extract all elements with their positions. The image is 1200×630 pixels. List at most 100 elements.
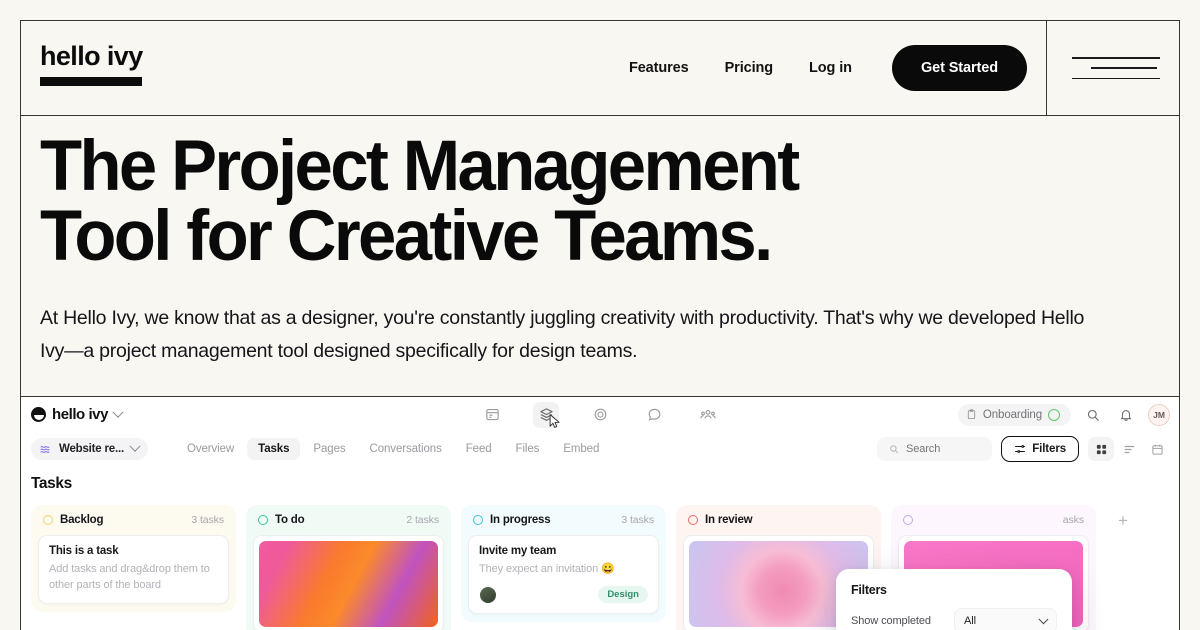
bell-icon[interactable] — [1115, 404, 1137, 426]
search-icon — [890, 445, 899, 454]
search-input[interactable] — [905, 443, 981, 455]
task-description: They expect an invitation 😀 — [479, 563, 615, 575]
task-meta: Design — [479, 585, 648, 604]
tab-pages[interactable]: Pages — [302, 438, 356, 460]
search-icon[interactable] — [1082, 404, 1104, 426]
goals-target-icon[interactable] — [587, 402, 613, 428]
onboarding-label: Onboarding — [982, 408, 1042, 421]
tab-tasks[interactable]: Tasks — [247, 438, 301, 460]
avatar[interactable] — [479, 585, 497, 604]
app-brand-name: hello ivy — [52, 406, 108, 423]
filters-panel-title: Filters — [851, 583, 887, 597]
status-dot-icon — [43, 515, 53, 525]
column-task-count: 2 tasks — [406, 514, 439, 526]
app-nav-icons: Projects — [479, 401, 721, 458]
status-dot-icon — [473, 515, 483, 525]
task-label-badge: Design — [598, 586, 648, 604]
calendar-view-icon[interactable] — [1144, 437, 1170, 461]
tab-files[interactable]: Files — [505, 438, 551, 460]
search-box[interactable] — [877, 437, 993, 461]
view-mode-toggle — [1088, 437, 1170, 461]
filter-label: Show completed — [851, 615, 931, 627]
site-logo[interactable]: hello ivy — [40, 43, 143, 86]
task-cover-image — [259, 541, 438, 627]
chevron-down-icon — [112, 406, 124, 418]
board-heading: Tasks — [31, 475, 72, 492]
nav-link-features[interactable]: Features — [611, 60, 707, 76]
column-task-count: asks — [1062, 514, 1084, 526]
task-title: Invite my team — [479, 545, 557, 557]
board-toolbar: Filters — [877, 436, 1170, 462]
conversations-chat-icon[interactable] — [641, 402, 667, 428]
project-selector[interactable]: Website re... — [31, 438, 148, 460]
column-name: In review — [705, 514, 753, 526]
column-task-count: 3 tasks — [621, 514, 654, 526]
board-column-todo: To do 2 tasks — [246, 505, 451, 630]
task-card[interactable] — [253, 535, 444, 630]
nav-link-pricing[interactable]: Pricing — [707, 60, 791, 76]
nav-link-login[interactable]: Log in — [791, 60, 870, 76]
list-view-icon[interactable] — [1116, 437, 1142, 461]
site-header: hello ivy Features Pricing Log in Get St… — [21, 21, 1179, 116]
task-card[interactable]: Invite my team They expect an invitation… — [468, 535, 659, 614]
board-column-backlog: Backlog 3 tasks This is a task Add tasks… — [31, 505, 236, 612]
hero-section: The Project Management Tool for Creative… — [21, 116, 1179, 396]
app-topbar: hello ivy Onboarding JM — [21, 397, 1179, 458]
column-name: Backlog — [60, 514, 104, 526]
column-header: To do 2 tasks — [253, 512, 444, 535]
tab-conversations[interactable]: Conversations — [359, 438, 453, 460]
app-topbar-right: Onboarding JM — [957, 403, 1170, 426]
task-card[interactable]: This is a task Add tasks and drag&drop t… — [38, 535, 229, 604]
onboarding-status-badge[interactable]: Onboarding — [957, 403, 1071, 426]
chevron-down-icon — [1038, 613, 1049, 624]
chevron-down-icon — [129, 440, 141, 452]
task-description: Add tasks and drag&drop them to other pa… — [49, 563, 210, 591]
clipboard-icon — [967, 409, 976, 420]
tab-feed[interactable]: Feed — [455, 438, 503, 460]
site-logo-text: hello ivy — [40, 41, 143, 71]
get-started-button[interactable]: Get Started — [891, 45, 1027, 91]
avatar[interactable]: JM — [1148, 403, 1170, 426]
column-name: In progress — [490, 514, 551, 526]
add-column-button[interactable]: + — [1106, 505, 1140, 531]
page-title: The Project Management Tool for Creative… — [40, 127, 800, 277]
project-name: Website re... — [59, 443, 124, 455]
column-header: In review — [683, 512, 874, 535]
column-name: To do — [275, 514, 305, 526]
status-dot-icon — [688, 515, 698, 525]
smiley-logo-icon — [31, 407, 46, 422]
wave-icon — [40, 446, 50, 453]
team-people-icon[interactable] — [695, 402, 721, 428]
status-dot-icon — [258, 515, 268, 525]
tab-embed[interactable]: Embed — [552, 438, 610, 460]
filter-row-show-completed: Show completed All — [851, 608, 1057, 630]
dashboard-icon[interactable] — [479, 402, 505, 428]
main-nav: Features Pricing Log in Get Started — [611, 21, 1027, 115]
projects-layers-icon[interactable] — [533, 401, 560, 428]
board-grid-view-icon[interactable] — [1088, 437, 1114, 461]
filters-button-label: Filters — [1032, 443, 1066, 455]
app-screenshot: hello ivy Onboarding JM Website re... Ov… — [21, 396, 1179, 630]
task-title: This is a task — [49, 545, 119, 557]
board-column-in-progress: In progress 3 tasks Invite my team They … — [461, 505, 666, 622]
grid-glyph — [1096, 444, 1106, 454]
app-tabs-row: Website re... Overview Tasks Pages Conve… — [21, 432, 1179, 466]
page-frame: hello ivy Features Pricing Log in Get St… — [20, 20, 1180, 630]
status-dot-icon — [903, 515, 913, 525]
filters-button[interactable]: Filters — [1001, 436, 1079, 462]
show-completed-select[interactable]: All — [954, 608, 1057, 630]
hamburger-menu-icon[interactable] — [1072, 57, 1160, 79]
column-header: Backlog 3 tasks — [38, 512, 229, 535]
column-header: asks — [898, 512, 1089, 535]
filter-value: All — [964, 615, 976, 627]
project-tabs: Overview Tasks Pages Conversations Feed … — [176, 438, 610, 460]
app-workspace-switcher[interactable]: hello ivy — [31, 406, 124, 423]
column-task-count: 3 tasks — [191, 514, 224, 526]
header-vertical-divider — [1045, 21, 1047, 115]
sliders-icon — [1015, 445, 1026, 453]
task-board: Tasks Backlog 3 tasks This is a task Add… — [21, 466, 1179, 630]
column-header: In progress 3 tasks — [468, 512, 659, 535]
tab-overview[interactable]: Overview — [176, 438, 245, 460]
logo-underline-bar — [40, 77, 142, 86]
filters-dropdown-panel: Filters Show completed All Labels Add fi… — [836, 569, 1072, 630]
